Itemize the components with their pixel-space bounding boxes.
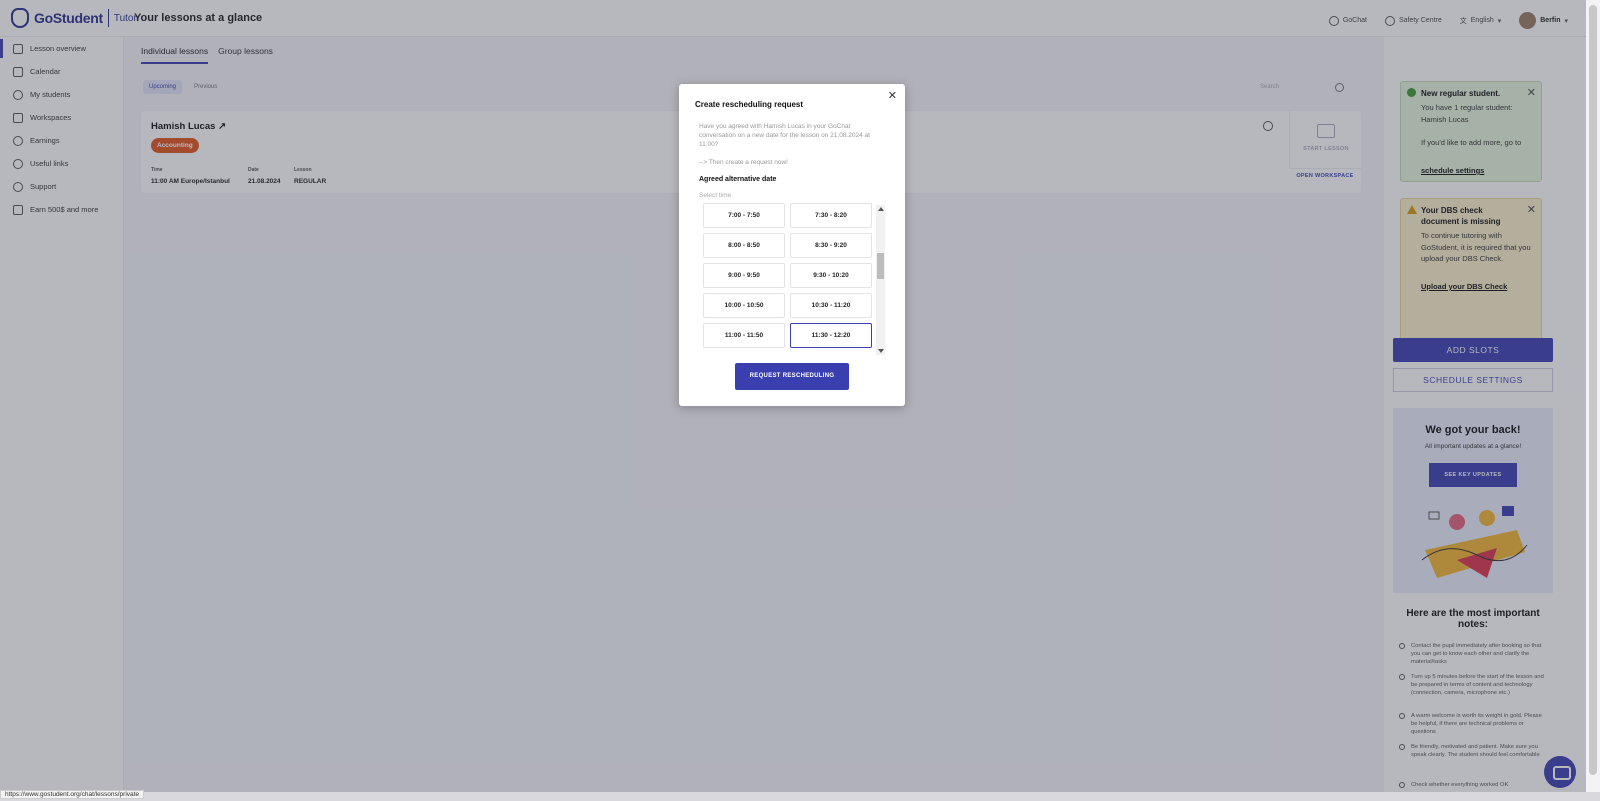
slot-list-scrollbar[interactable] [876,205,885,355]
time-slot[interactable]: 8:30 - 9:20 [790,233,872,258]
time-slot[interactable]: 10:00 - 10:50 [703,293,785,318]
time-slot-selected[interactable]: 11:30 - 12:20 [790,323,872,348]
request-rescheduling-button[interactable]: REQUEST RESCHEDULING [735,363,849,390]
time-slot-grid: 7:00 - 7:50 7:30 - 8:20 8:00 - 8:50 8:30… [703,203,873,348]
page-scrollbar[interactable] [1586,0,1600,792]
modal-hint: --> Then create a request now! [699,159,788,166]
bottom-bar [0,792,1600,801]
scroll-up-icon[interactable] [878,207,884,211]
slot-scroll-thumb[interactable] [877,253,884,279]
time-slot-list[interactable]: 7:00 - 7:50 7:30 - 8:20 8:00 - 8:50 8:30… [699,203,885,353]
rescheduling-modal: ✕ Create rescheduling request Have you a… [679,84,905,406]
scroll-down-icon[interactable] [878,349,884,353]
modal-description: Have you agreed with Hamish Lucas in you… [699,123,870,148]
time-slot[interactable]: 8:00 - 8:50 [703,233,785,258]
time-slot[interactable]: 7:30 - 8:20 [790,203,872,228]
page-scroll-thumb[interactable] [1589,5,1597,775]
modal-title: Create rescheduling request [695,100,804,109]
select-time-label: Select time [699,192,732,199]
time-slot[interactable]: 7:00 - 7:50 [703,203,785,228]
time-slot[interactable]: 9:00 - 9:50 [703,263,785,288]
status-url: https://www.gostudent.org/chat/lessons/p… [0,790,145,799]
time-slot[interactable]: 9:30 - 10:20 [790,263,872,288]
close-icon[interactable]: ✕ [888,90,897,102]
time-slot[interactable]: 11:00 - 11:50 [703,323,785,348]
time-slot[interactable]: 10:30 - 11:20 [790,293,872,318]
agreed-date-heading: Agreed alternative date [699,176,777,183]
